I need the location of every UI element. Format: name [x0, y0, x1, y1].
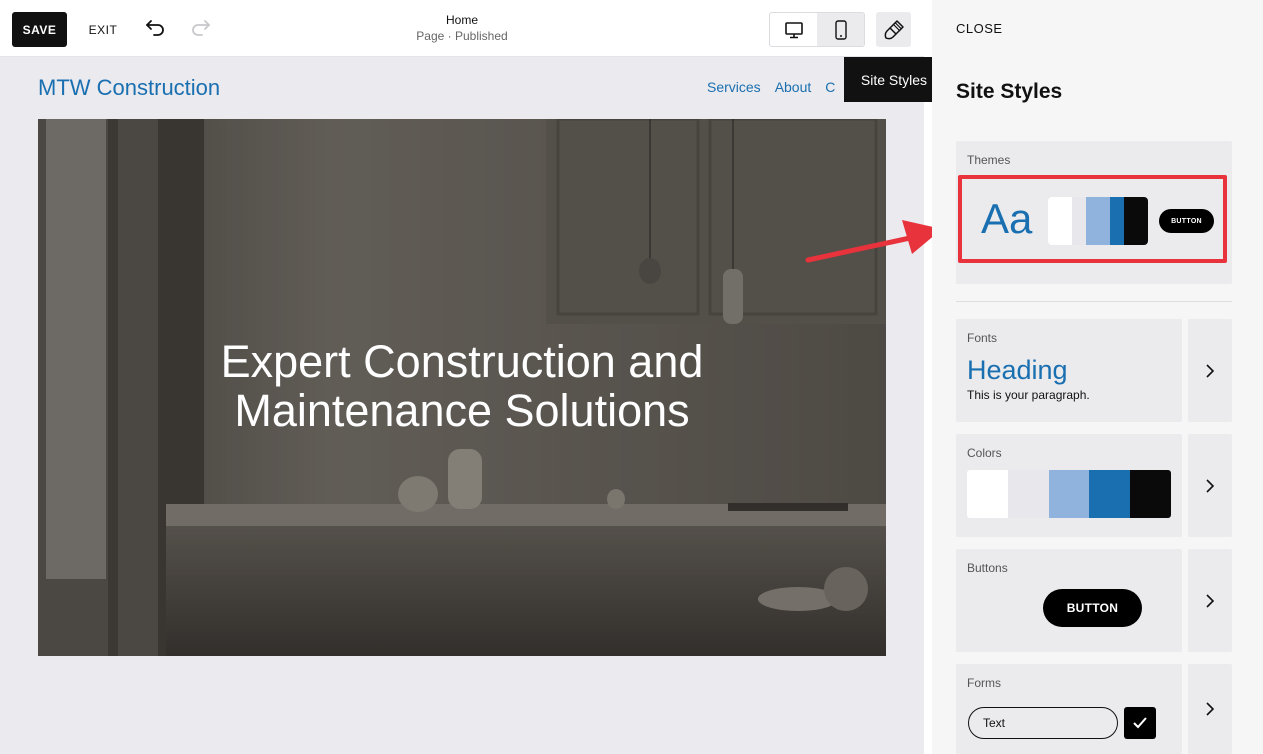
themes-label: Themes: [967, 153, 1011, 167]
hero-section[interactable]: Expert Construction and Maintenance Solu…: [38, 119, 886, 656]
hero-heading[interactable]: Expert Construction and Maintenance Solu…: [38, 337, 886, 435]
form-input-sample: Text: [968, 707, 1118, 739]
page-title: Home: [445, 13, 478, 27]
colors-expand-button[interactable]: [1188, 434, 1232, 537]
chevron-right-icon: [1206, 478, 1215, 493]
form-checkbox-sample: [1124, 707, 1156, 739]
editor-toolbar: SAVE EXIT Home Page · Published: [0, 0, 924, 57]
site-preview-canvas: MTW Construction Services About C Expert…: [0, 57, 924, 754]
save-button[interactable]: SAVE: [12, 12, 67, 47]
paintbrush-icon: [884, 19, 904, 39]
panel-title: Site Styles: [956, 80, 1063, 103]
nav-link-services[interactable]: Services: [707, 79, 761, 95]
site-nav: Services About C: [707, 79, 835, 95]
colors-label: Colors: [967, 446, 1002, 460]
desktop-view-button[interactable]: [770, 13, 817, 46]
hero-heading-line-2: Maintenance Solutions: [234, 385, 690, 436]
theme-preview[interactable]: Aa BUTTON: [958, 175, 1227, 263]
chevron-right-icon: [1206, 593, 1215, 608]
site-styles-tooltip: Site Styles: [844, 57, 944, 102]
buttons-card[interactable]: Buttons BUTTON: [956, 549, 1182, 652]
theme-swatch: [1109, 197, 1125, 245]
theme-swatch: [1086, 197, 1110, 245]
color-swatch: [1007, 470, 1049, 518]
forms-card[interactable]: Forms Text: [956, 664, 1182, 754]
color-swatches: [967, 470, 1171, 518]
theme-swatch: [1124, 197, 1148, 245]
buttons-expand-button[interactable]: [1188, 549, 1232, 652]
redo-icon[interactable]: [186, 14, 214, 42]
page-info[interactable]: Home Page · Published: [380, 13, 544, 43]
color-swatch: [1048, 470, 1090, 518]
colors-card[interactable]: Colors: [956, 434, 1182, 537]
theme-button-sample: BUTTON: [1159, 209, 1214, 233]
color-swatch: [1089, 470, 1131, 518]
button-style-sample: BUTTON: [1043, 589, 1142, 627]
buttons-label: Buttons: [967, 561, 1008, 575]
site-styles-panel: CLOSE Site Styles Themes Aa BUTTON Fonts…: [932, 0, 1263, 754]
site-title[interactable]: MTW Construction: [38, 75, 220, 101]
divider: [956, 301, 1232, 302]
theme-font-sample: Aa: [981, 195, 1033, 242]
nav-link-about[interactable]: About: [775, 79, 812, 95]
hero-heading-line-1: Expert Construction and: [220, 336, 704, 387]
fonts-label: Fonts: [967, 331, 998, 345]
checkmark-icon: [1133, 717, 1147, 729]
color-swatch: [1130, 470, 1171, 518]
site-styles-button[interactable]: [876, 12, 911, 47]
theme-swatch: [1071, 197, 1087, 245]
device-toggle: [769, 12, 865, 47]
fonts-paragraph-sample: This is your paragraph.: [967, 388, 1090, 402]
mobile-icon: [834, 19, 847, 40]
fonts-heading-sample: Heading: [967, 355, 1068, 385]
chevron-right-icon: [1206, 363, 1215, 378]
color-swatch: [967, 470, 1008, 518]
page-status: Page · Published: [416, 29, 508, 43]
chevron-right-icon: [1206, 702, 1215, 716]
annotation-arrow: [805, 220, 942, 263]
theme-swatches: [1048, 197, 1148, 245]
fonts-expand-button[interactable]: [1188, 319, 1232, 422]
nav-link-contact[interactable]: C: [825, 79, 835, 95]
forms-expand-button[interactable]: [1188, 664, 1232, 754]
forms-label: Forms: [967, 676, 1001, 690]
theme-swatch: [1048, 197, 1072, 245]
fonts-card[interactable]: Fonts Heading This is your paragraph.: [956, 319, 1182, 422]
exit-button[interactable]: EXIT: [83, 12, 123, 47]
desktop-icon: [784, 21, 803, 38]
close-button[interactable]: CLOSE: [956, 21, 1003, 36]
mobile-view-button[interactable]: [817, 13, 864, 46]
undo-icon[interactable]: [142, 14, 170, 42]
